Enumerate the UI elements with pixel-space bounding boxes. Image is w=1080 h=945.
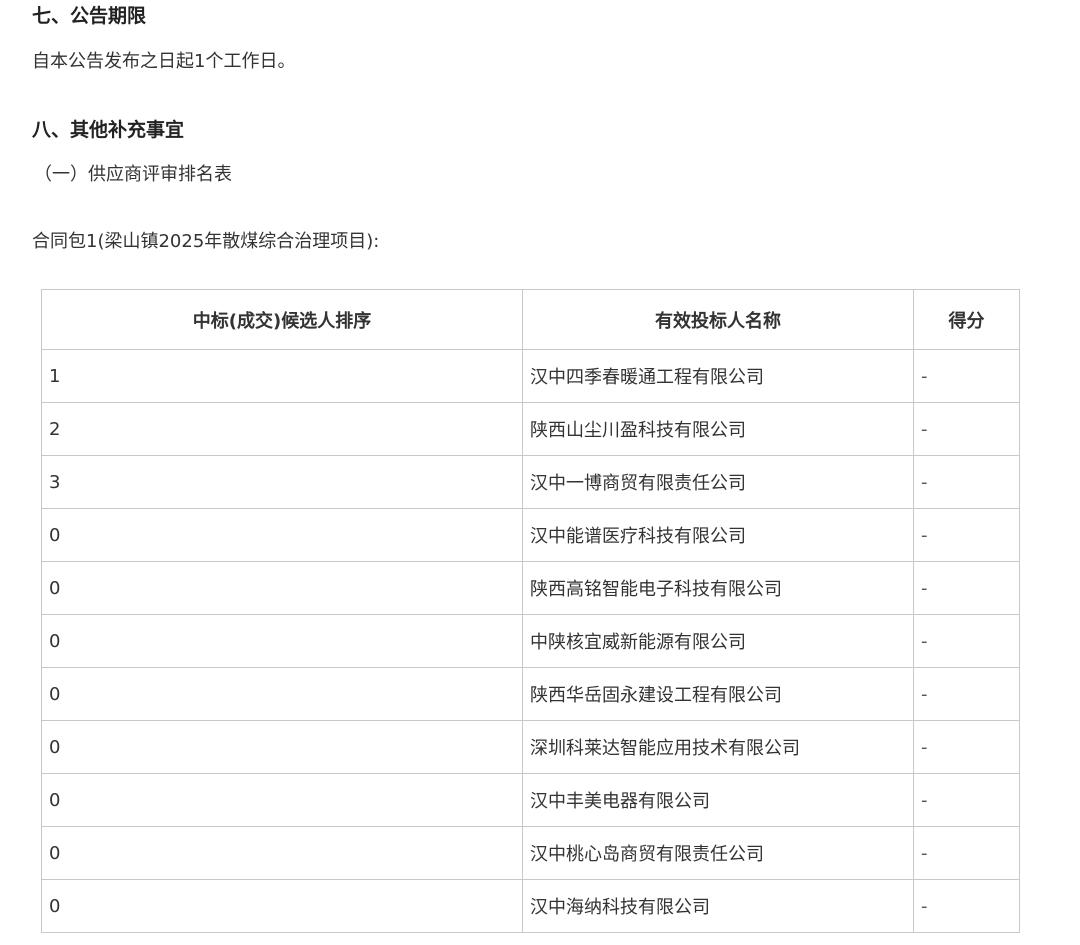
rank-cell: 0 [41,667,523,721]
rank-cell: 0 [41,879,523,933]
table-row: 3 汉中一博商贸有限责任公司 - [41,455,1020,509]
score-cell: - [913,879,1020,933]
score-cell: - [913,402,1020,456]
bidder-name-cell: 汉中四季春暖通工程有限公司 [522,349,914,403]
score-cell: - [913,667,1020,721]
table-row: 0 陕西高铭智能电子科技有限公司 - [41,561,1020,615]
score-cell: - [913,773,1020,827]
table-row: 0 汉中丰美电器有限公司 - [41,773,1020,827]
bidder-name-cell: 汉中能谱医疗科技有限公司 [522,508,914,562]
section-7-title: 七、公告期限 [32,5,147,27]
rank-cell: 3 [41,455,523,509]
bidder-name-cell: 汉中丰美电器有限公司 [522,773,914,827]
bidder-name-cell: 中陕核宜威新能源有限公司 [522,614,914,668]
section-8-title: 八、其他补充事宜 [32,119,185,141]
supplier-ranking-table: 中标(成交)候选人排序 有效投标人名称 得分 1 汉中四季春暖通工程有限公司 -… [41,289,1020,933]
table-row: 0 汉中海纳科技有限公司 - [41,879,1020,933]
contract-package-label: 合同包1(梁山镇2025年散煤综合治理项目): [32,231,380,252]
bidder-name-cell: 陕西山尘川盈科技有限公司 [522,402,914,456]
announcement-page: 七、公告期限 自本公告发布之日起1个工作日。 八、其他补充事宜 （一）供应商评审… [0,0,1080,945]
score-cell: - [913,826,1020,880]
rank-cell: 0 [41,826,523,880]
bidder-name-cell: 汉中一博商贸有限责任公司 [522,455,914,509]
section-7-text: 自本公告发布之日起1个工作日。 [32,51,296,72]
table-row: 0 中陕核宜威新能源有限公司 - [41,614,1020,668]
score-cell: - [913,720,1020,774]
table-row: 0 深圳科莱达智能应用技术有限公司 - [41,720,1020,774]
rank-cell: 0 [41,614,523,668]
table-row: 1 汉中四季春暖通工程有限公司 - [41,349,1020,403]
rank-cell: 0 [41,508,523,562]
bidder-name-cell: 陕西高铭智能电子科技有限公司 [522,561,914,615]
table-row: 0 陕西华岳固永建设工程有限公司 - [41,667,1020,721]
bidder-name-cell: 汉中桃心岛商贸有限责任公司 [522,826,914,880]
bidder-name-cell: 陕西华岳固永建设工程有限公司 [522,667,914,721]
table-row: 0 汉中能谱医疗科技有限公司 - [41,508,1020,562]
bidder-name-cell: 深圳科莱达智能应用技术有限公司 [522,720,914,774]
score-cell: - [913,349,1020,403]
header-bidder-name: 有效投标人名称 [522,289,914,350]
rank-cell: 0 [41,773,523,827]
score-cell: - [913,561,1020,615]
header-rank: 中标(成交)候选人排序 [41,289,523,350]
bidder-name-cell: 汉中海纳科技有限公司 [522,879,914,933]
header-score: 得分 [913,289,1020,350]
rank-cell: 2 [41,402,523,456]
score-cell: - [913,614,1020,668]
score-cell: - [913,455,1020,509]
rank-cell: 0 [41,720,523,774]
table-header-row: 中标(成交)候选人排序 有效投标人名称 得分 [41,289,1020,350]
table-row: 0 汉中桃心岛商贸有限责任公司 - [41,826,1020,880]
rank-cell: 1 [41,349,523,403]
table-row: 2 陕西山尘川盈科技有限公司 - [41,402,1020,456]
score-cell: - [913,508,1020,562]
rank-cell: 0 [41,561,523,615]
supplier-ranking-subtitle: （一）供应商评审排名表 [34,164,232,185]
